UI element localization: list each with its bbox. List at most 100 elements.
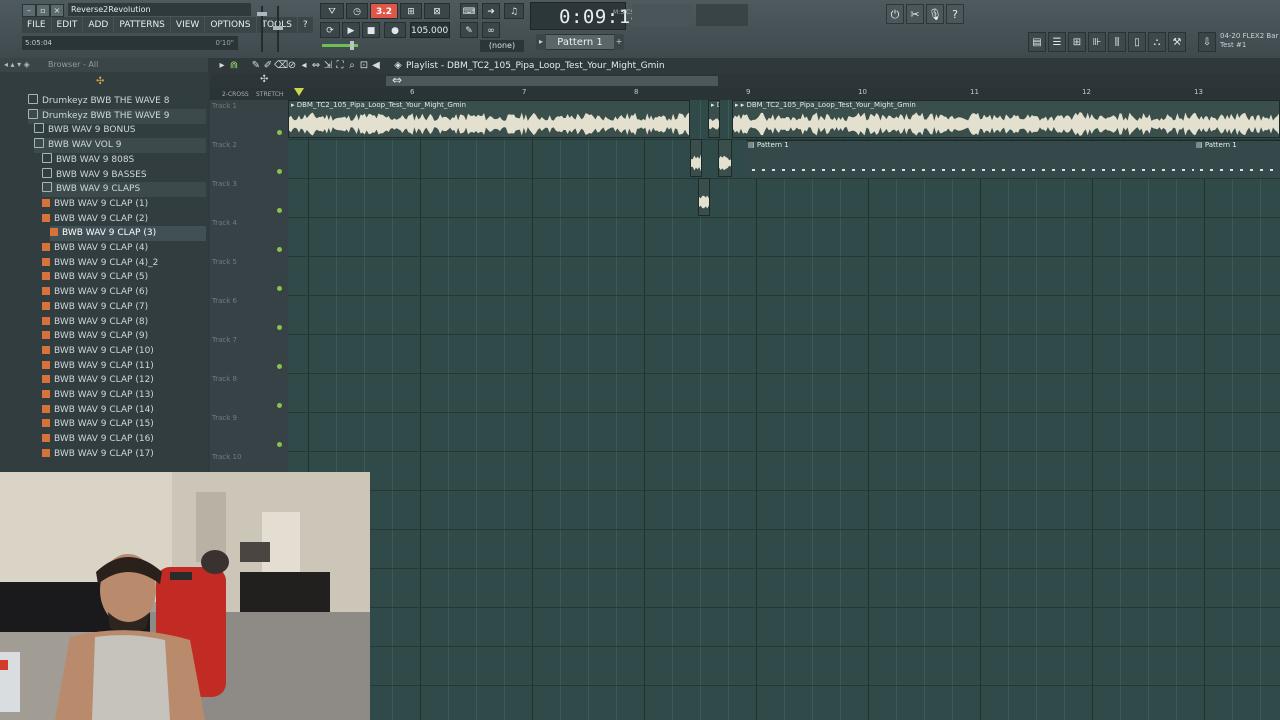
stop-icon[interactable]: ■ [362,22,380,38]
track-header[interactable]: Track 5 [210,256,288,296]
mixer-icon[interactable]: ⊪ [1088,32,1106,52]
track-mute-led[interactable] [277,403,282,408]
browser-file[interactable]: BWB WAV 9 CLAP (10) [42,344,206,359]
paint-tool-icon[interactable]: ✐ [262,59,274,73]
pattern-clip[interactable]: ▤ Pattern 1 [1194,140,1280,178]
menu-edit[interactable]: EDIT [51,17,83,33]
audio-clip[interactable]: ▸ ▸ DBM_TC2_105_Pipa_Loop_Test_Your_Migh… [732,100,1280,138]
typing-keyboard-icon[interactable]: ⌨ [460,3,478,19]
browser-pin-icon[interactable]: ✣ [96,76,108,87]
browser-file[interactable]: BWB WAV 9 CLAP (4)_2 [42,256,206,271]
main-volume-knob[interactable] [350,41,354,50]
menu-options[interactable]: OPTIONS [205,17,256,33]
pen-icon[interactable]: ✎ [460,22,478,38]
browser-file[interactable]: BWB WAV 9 CLAP (4) [42,241,206,256]
audio-clip[interactable]: ▸ DBM_TC2_105_Pipa_Loop_Test_Your_Might_… [288,100,690,138]
ruler-options[interactable]: 2-CROSS STRETCH [210,88,288,100]
magnet-snap-icon[interactable]: ⋒ [228,59,240,73]
master-pitch-slider[interactable] [273,4,283,54]
track-header[interactable]: Track 9 [210,412,288,452]
play-icon[interactable]: ▶ [342,22,360,38]
draw-tool-icon[interactable]: ✎ [250,59,262,73]
browser-file[interactable]: BWB WAV 9 CLAP (3) [50,226,206,242]
browser-folder[interactable]: BWB WAV 9 BONUS [34,123,206,138]
browser-file[interactable]: BWB WAV 9 CLAP (16) [42,432,206,447]
track-mute-led[interactable] [277,169,282,174]
mixer-sliders-icon[interactable]: ⫼ [1108,32,1126,52]
track-header[interactable]: Track 4 [210,217,288,257]
browser-file[interactable]: BWB WAV 9 CLAP (13) [42,388,206,403]
mic-icon[interactable]: 🎙 [926,4,944,24]
browser-file[interactable]: BWB WAV 9 CLAP (1) [42,197,206,212]
loop-record-icon[interactable]: ⟳ [320,22,340,38]
blend-notes-icon[interactable]: ⊠ [424,3,450,19]
minimize-icon[interactable]: – [22,4,36,17]
wait-for-input-icon[interactable]: ◷ [346,3,368,19]
piano-roll-icon[interactable]: ☰ [1048,32,1066,52]
audio-clip[interactable]: ▸ DBM_TC2_105_Pipa_Loop_Test_Your_Might_… [708,100,720,138]
fit-icon[interactable]: ⊡ [358,59,370,73]
bell-icon[interactable]: ♫ [504,3,524,19]
tempo-field[interactable]: 105.000 [410,22,450,38]
zoom-handle-icon[interactable]: ✣ [260,74,268,85]
step-edit-icon[interactable]: ⊞ [400,3,422,19]
playback-tool-icon[interactable]: ⌕ [346,59,358,73]
browser-file[interactable]: BWB WAV 9 CLAP (15) [42,417,206,432]
link-icon[interactable]: ∞ [482,22,500,38]
slice-tool-icon[interactable]: ⇔ [310,59,322,73]
audio-clip[interactable] [698,178,710,216]
record-icon[interactable]: ● [384,22,406,38]
track-header[interactable]: Track 6 [210,295,288,335]
menu-patterns[interactable]: PATTERNS [114,17,170,33]
browser-file[interactable]: BWB WAV 9 CLAP (12) [42,373,206,388]
plugin-picker-icon[interactable]: ⛬ [1148,32,1166,52]
track-mute-led[interactable] [277,208,282,213]
browser-folder[interactable]: Drumkeyz BWB THE WAVE 9 [28,108,206,124]
browser-icon[interactable]: ▯ [1128,32,1146,52]
delete-tool-icon[interactable]: ⌫ [274,59,288,73]
browser-file[interactable]: BWB WAV 9 CLAP (5) [42,270,206,285]
browser-folder[interactable]: Drumkeyz BWB THE WAVE 8 [28,94,206,109]
browser-file[interactable]: BWB WAV 9 CLAP (14) [42,403,206,418]
track-mute-led[interactable] [277,247,282,252]
browser-nav-icons[interactable]: ◂ ▴ ▾ ◈ [4,58,30,72]
mute-tool-icon[interactable]: ⊘ [286,59,298,73]
select-tool-icon[interactable]: ⇲ [322,59,334,73]
browser-file[interactable]: BWB WAV 9 CLAP (8) [42,315,206,330]
track-header[interactable]: Track 7 [210,334,288,374]
browser-file[interactable]: BWB WAV 9 CLAP (11) [42,359,206,374]
metronome-icon[interactable]: ⛛ [320,3,344,19]
track-header[interactable]: Track 2 [210,139,288,179]
menu-add[interactable]: ADD [83,17,114,33]
browser-file[interactable]: BWB WAV 9 CLAP (7) [42,300,206,315]
menu-view[interactable]: VIEW [170,17,205,33]
browser-file[interactable]: BWB WAV 9 CLAP (2) [42,212,206,227]
pattern-selector[interactable]: Pattern 1 [536,34,624,50]
playhead-marker[interactable] [294,88,304,96]
arrow-right-icon[interactable]: ➜ [482,3,500,19]
track-mute-led[interactable] [277,442,282,447]
audio-clip[interactable] [718,139,732,177]
track-mute-led[interactable] [277,325,282,330]
song-time-display[interactable]: 0:09:14 M:S:CS [530,2,642,30]
countdown-button[interactable]: 3.2 [370,3,398,19]
track-header[interactable]: Track 8 [210,373,288,413]
pattern-prev-icon[interactable]: ▸ [536,34,546,50]
arrangement-icon[interactable]: ◈ [392,59,404,73]
wrench-icon[interactable]: ⚒ [1168,32,1186,52]
menu-help[interactable]: ? [297,17,313,33]
tools-icon[interactable]: ✂ [906,4,924,24]
help-icon[interactable]: ? [946,4,964,24]
channel-rack-icon[interactable]: ⊞ [1068,32,1086,52]
track-mute-led[interactable] [277,130,282,135]
playlist-window-icon[interactable]: ▤ [1028,32,1046,52]
close-icon[interactable]: × [50,4,64,17]
slip-tool-icon[interactable]: ◂ [298,59,310,73]
playlist-grid[interactable]: ▸ DBM_TC2_105_Pipa_Loop_Test_Your_Might_… [288,100,1280,720]
download-icon[interactable]: ⇩ [1198,32,1216,52]
zoom-tool-icon[interactable]: ⛶ [334,59,346,73]
track-mute-led[interactable] [277,364,282,369]
snap-select[interactable]: (none) [480,40,524,52]
pattern-add-icon[interactable]: + [614,34,624,50]
browser-folder[interactable]: BWB WAV 9 CLAPS [42,182,206,198]
